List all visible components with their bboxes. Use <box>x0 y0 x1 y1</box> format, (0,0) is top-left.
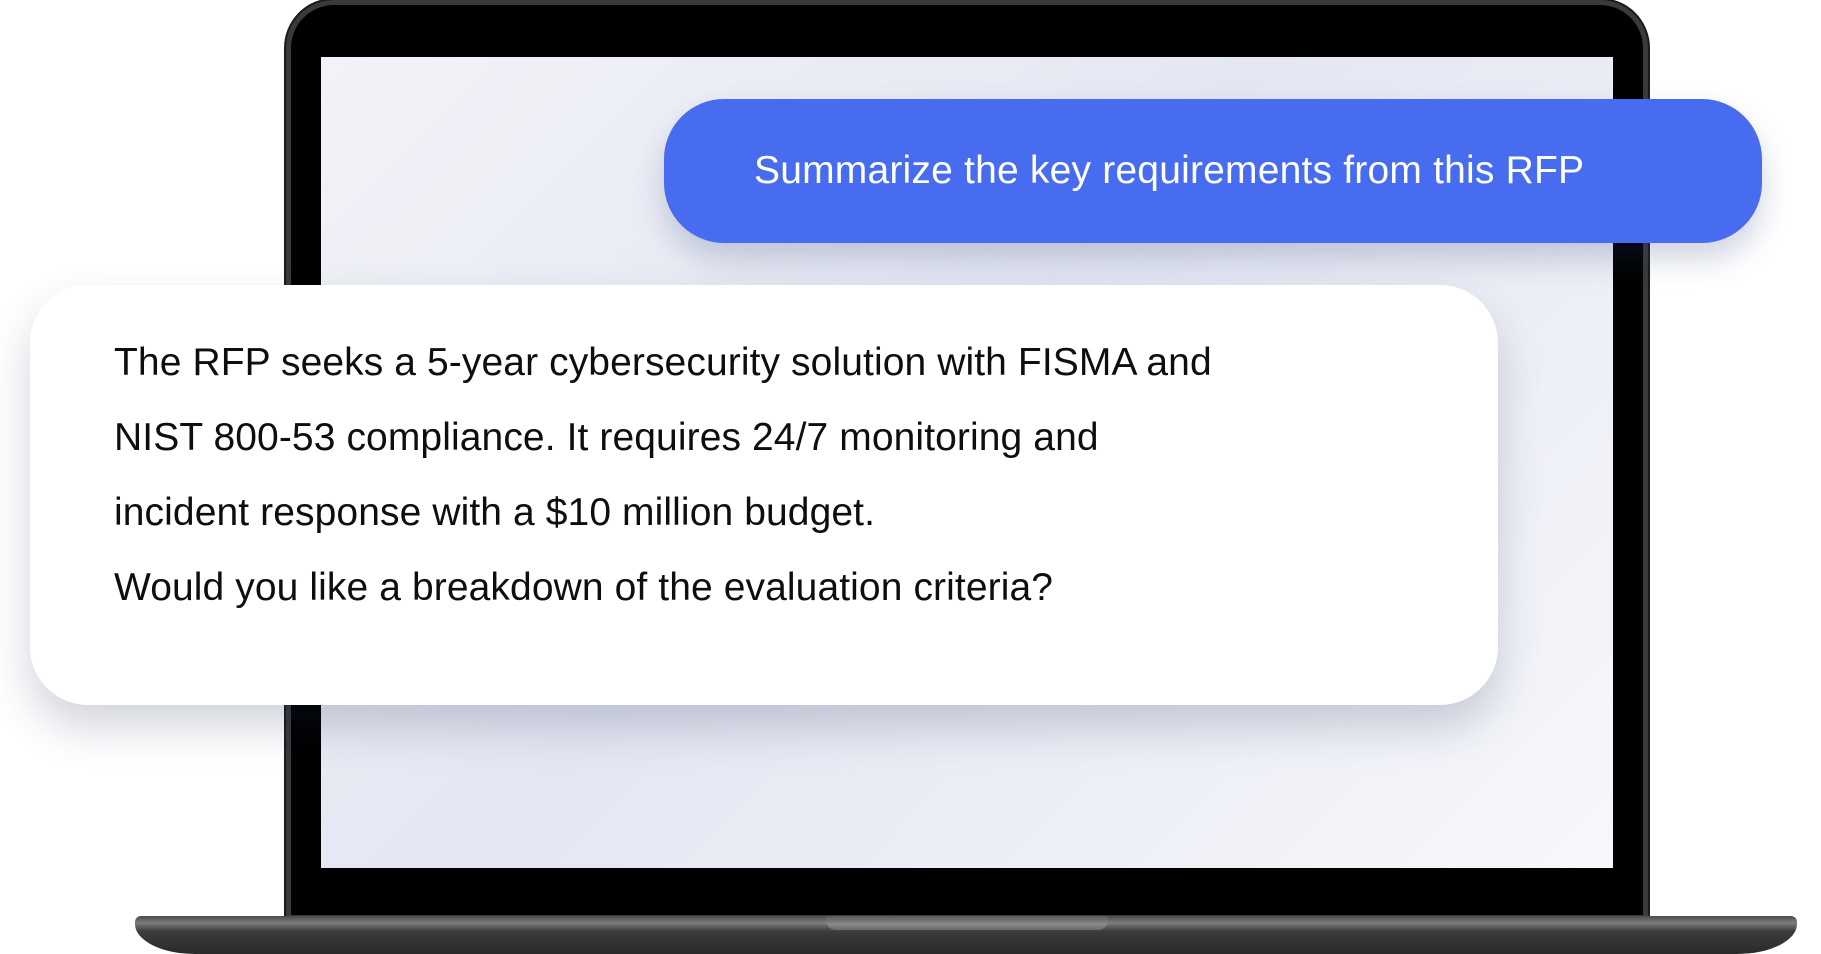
assistant-response-bubble: The RFP seeks a 5-year cybersecurity sol… <box>30 285 1498 705</box>
response-line: incident response with a $10 million bud… <box>114 491 876 534</box>
response-line: NIST 800-53 compliance. It requires 24/7… <box>114 416 1099 459</box>
laptop-chat-illustration: Summarize the key requirements from this… <box>0 0 1821 954</box>
response-line: Would you like a breakdown of the evalua… <box>114 566 1054 609</box>
user-prompt-bubble: Summarize the key requirements from this… <box>664 99 1762 243</box>
response-line: The RFP seeks a 5-year cybersecurity sol… <box>114 341 1212 384</box>
laptop-hinge-notch <box>826 916 1108 930</box>
user-prompt-text: Summarize the key requirements from this… <box>754 149 1585 192</box>
